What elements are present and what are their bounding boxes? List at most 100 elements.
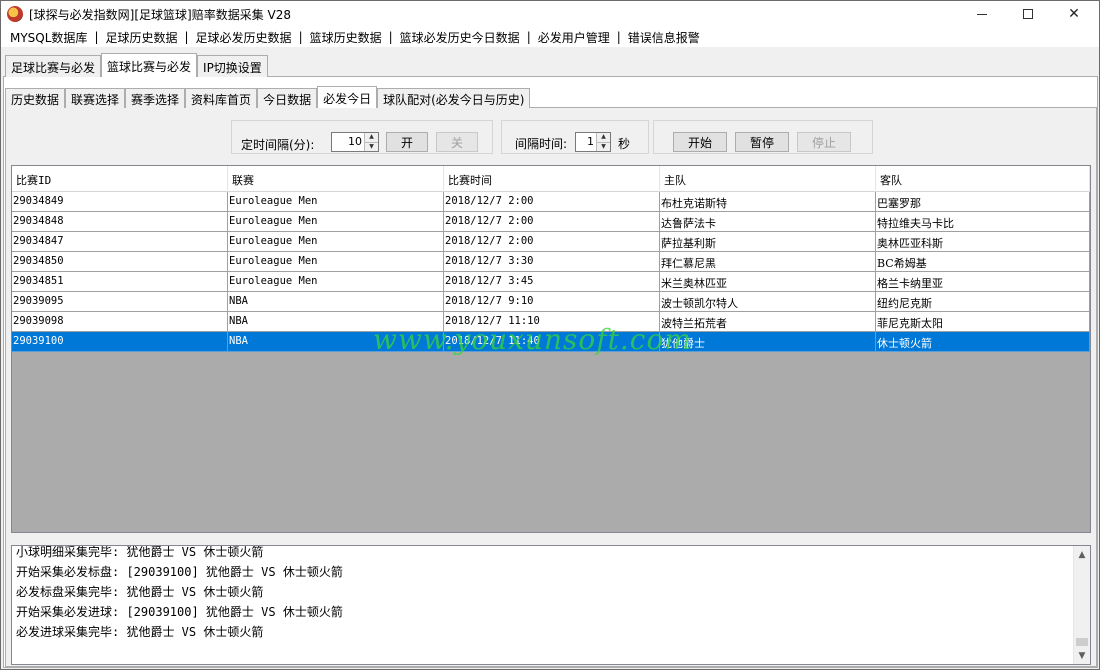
cell-league[interactable]: NBA bbox=[228, 332, 444, 352]
scroll-thumb[interactable] bbox=[1076, 638, 1088, 646]
timer-stop-button[interactable]: 关 bbox=[436, 132, 478, 152]
cell-away-team[interactable]: 休士顿火箭 bbox=[876, 332, 1090, 352]
tab-season-select[interactable]: 赛季选择 bbox=[125, 88, 186, 108]
cell-match-id[interactable]: 29034849 bbox=[12, 192, 228, 212]
cell-time[interactable]: 2018/12/7 2:00 bbox=[444, 232, 660, 252]
cell-home-team[interactable]: 米兰奥林匹亚 bbox=[660, 272, 876, 292]
tab-database-home[interactable]: 资料库首页 bbox=[185, 88, 258, 108]
cell-home-team[interactable]: 布杜克诺斯特 bbox=[660, 192, 876, 212]
cell-away-team[interactable]: 纽约尼克斯 bbox=[876, 292, 1090, 312]
table-row[interactable]: 29039098 NBA 2018/12/7 11:10 波特兰拓荒者 菲尼克斯太阳 bbox=[12, 312, 1090, 332]
spin-up-icon[interactable]: ▲ bbox=[365, 133, 378, 142]
table-row[interactable]: 29039095 NBA 2018/12/7 9:10 波士顿凯尔特人 纽约尼克斯 bbox=[12, 292, 1090, 312]
column-header-time[interactable]: 比赛时间 bbox=[444, 166, 660, 192]
cell-home-team[interactable]: 波特兰拓荒者 bbox=[660, 312, 876, 332]
cell-league[interactable]: Euroleague Men bbox=[228, 232, 444, 252]
cell-away-team[interactable]: BC希姆基 bbox=[876, 252, 1090, 272]
maximize-button[interactable] bbox=[1005, 1, 1051, 27]
scroll-down-icon[interactable]: ▼ bbox=[1074, 647, 1090, 664]
interval-spinner[interactable]: 10 ▲ ▼ bbox=[331, 132, 379, 152]
cell-match-id[interactable]: 29034850 bbox=[12, 252, 228, 272]
menu-basketball-history[interactable]: 篮球历史数据 bbox=[307, 29, 385, 46]
spin-up-icon[interactable]: ▲ bbox=[597, 133, 610, 142]
tab-team-matching[interactable]: 球队配对(必发今日与历史) bbox=[377, 88, 531, 108]
table-row[interactable]: 29034850 Euroleague Men 2018/12/7 3:30 拜仁慕尼… bbox=[12, 252, 1090, 272]
close-button[interactable]: ✕ bbox=[1051, 1, 1097, 27]
sub-tabs: 历史数据 联赛选择 赛季选择 资料库首页 今日数据 必发今日 球队配对(必发今日… bbox=[5, 86, 531, 108]
log-textarea[interactable]: 小球明细采集完毕: 犹他爵士 VS 休士顿火箭 开始采集必发标盘: [290391… bbox=[11, 545, 1091, 665]
table-row[interactable]: 29039100 NBA 2018/12/7 11:40 犹他爵士 休士顿火箭 bbox=[12, 332, 1090, 352]
cell-league[interactable]: Euroleague Men bbox=[228, 192, 444, 212]
tab-ip-settings[interactable]: IP切换设置 bbox=[197, 55, 268, 77]
spin-down-icon[interactable]: ▼ bbox=[597, 141, 610, 151]
cell-home-team[interactable]: 达鲁萨法卡 bbox=[660, 212, 876, 232]
minimize-icon bbox=[977, 13, 987, 15]
log-line: 必发进球采集完毕: 犹他爵士 VS 休士顿火箭 bbox=[16, 625, 264, 639]
table-row[interactable]: 29034848 Euroleague Men 2018/12/7 2:00 达鲁萨法… bbox=[12, 212, 1090, 232]
gap-label: 间隔时间: bbox=[515, 137, 568, 151]
pause-button[interactable]: 暂停 bbox=[735, 132, 789, 152]
table-row[interactable]: 29034849 Euroleague Men 2018/12/7 2:00 布杜克诺… bbox=[12, 192, 1090, 212]
cell-time[interactable]: 2018/12/7 3:45 bbox=[444, 272, 660, 292]
cell-time[interactable]: 2018/12/7 11:10 bbox=[444, 312, 660, 332]
cell-time[interactable]: 2018/12/7 3:30 bbox=[444, 252, 660, 272]
menu-football-betfair-history[interactable]: 足球必发历史数据 bbox=[193, 29, 295, 46]
minimize-button[interactable] bbox=[959, 1, 1005, 27]
interval-value[interactable]: 10 bbox=[332, 133, 364, 151]
cell-league[interactable]: Euroleague Men bbox=[228, 252, 444, 272]
cell-time[interactable]: 2018/12/7 2:00 bbox=[444, 192, 660, 212]
cell-match-id[interactable]: 29034848 bbox=[12, 212, 228, 232]
spin-down-icon[interactable]: ▼ bbox=[365, 141, 378, 151]
cell-league[interactable]: Euroleague Men bbox=[228, 272, 444, 292]
cell-away-team[interactable]: 特拉维夫马卡比 bbox=[876, 212, 1090, 232]
tab-football[interactable]: 足球比赛与必发 bbox=[5, 55, 102, 77]
gap-spinner[interactable]: 1 ▲ ▼ bbox=[575, 132, 611, 152]
tab-league-select[interactable]: 联赛选择 bbox=[65, 88, 126, 108]
log-scrollbar[interactable]: ▲ ▼ bbox=[1073, 546, 1090, 664]
column-header-home[interactable]: 主队 bbox=[660, 166, 876, 192]
menu-basketball-betfair[interactable]: 篮球必发历史今日数据 bbox=[397, 29, 523, 46]
menu-betfair-users[interactable]: 必发用户管理 bbox=[535, 29, 613, 46]
table-row[interactable]: 29034847 Euroleague Men 2018/12/7 2:00 萨拉基利… bbox=[12, 232, 1090, 252]
close-icon: ✕ bbox=[1068, 6, 1080, 22]
column-header-league[interactable]: 联赛 bbox=[228, 166, 444, 192]
cell-away-team[interactable]: 格兰卡纳里亚 bbox=[876, 272, 1090, 292]
cell-time[interactable]: 2018/12/7 11:40 bbox=[444, 332, 660, 352]
menu-error-alerts[interactable]: 错误信息报警 bbox=[625, 29, 703, 46]
cell-away-team[interactable]: 巴塞罗那 bbox=[876, 192, 1090, 212]
cell-match-id[interactable]: 29039095 bbox=[12, 292, 228, 312]
cell-league[interactable]: Euroleague Men bbox=[228, 212, 444, 232]
title-bar[interactable]: [球探与必发指数网][足球篮球]赔率数据采集 V28 ✕ bbox=[1, 1, 1099, 27]
match-table[interactable]: 比赛ID 联赛 比赛时间 主队 客队 29034849 Euroleague Me… bbox=[11, 165, 1091, 533]
column-header-match-id[interactable]: 比赛ID bbox=[12, 166, 228, 192]
gap-value[interactable]: 1 bbox=[576, 133, 596, 151]
tab-basketball[interactable]: 篮球比赛与必发 bbox=[101, 53, 198, 77]
stop-button[interactable]: 停止 bbox=[797, 132, 851, 152]
menu-football-history[interactable]: 足球历史数据 bbox=[102, 29, 180, 46]
start-button[interactable]: 开始 bbox=[673, 132, 727, 152]
cell-home-team[interactable]: 萨拉基利斯 bbox=[660, 232, 876, 252]
cell-home-team[interactable]: 犹他爵士 bbox=[660, 332, 876, 352]
cell-league[interactable]: NBA bbox=[228, 292, 444, 312]
maximize-icon bbox=[1023, 9, 1033, 19]
cell-away-team[interactable]: 菲尼克斯太阳 bbox=[876, 312, 1090, 332]
menu-mysql[interactable]: MYSQL数据库 bbox=[7, 29, 90, 46]
scroll-up-icon[interactable]: ▲ bbox=[1074, 546, 1090, 563]
cell-match-id[interactable]: 29039098 bbox=[12, 312, 228, 332]
cell-league[interactable]: NBA bbox=[228, 312, 444, 332]
cell-time[interactable]: 2018/12/7 9:10 bbox=[444, 292, 660, 312]
tab-betfair-today[interactable]: 必发今日 bbox=[317, 86, 378, 108]
timer-start-button[interactable]: 开 bbox=[386, 132, 428, 152]
cell-match-id[interactable]: 29039100 bbox=[12, 332, 228, 352]
cell-home-team[interactable]: 波士顿凯尔特人 bbox=[660, 292, 876, 312]
tab-history-data[interactable]: 历史数据 bbox=[5, 88, 66, 108]
cell-match-id[interactable]: 29034851 bbox=[12, 272, 228, 292]
log-line: 小球明细采集完毕: 犹他爵士 VS 休士顿火箭 bbox=[16, 545, 264, 559]
table-row[interactable]: 29034851 Euroleague Men 2018/12/7 3:45 米兰奥林… bbox=[12, 272, 1090, 292]
cell-match-id[interactable]: 29034847 bbox=[12, 232, 228, 252]
cell-time[interactable]: 2018/12/7 2:00 bbox=[444, 212, 660, 232]
cell-away-team[interactable]: 奥林匹亚科斯 bbox=[876, 232, 1090, 252]
tab-today-data[interactable]: 今日数据 bbox=[257, 88, 318, 108]
cell-home-team[interactable]: 拜仁慕尼黑 bbox=[660, 252, 876, 272]
column-header-away[interactable]: 客队 bbox=[876, 166, 1090, 192]
